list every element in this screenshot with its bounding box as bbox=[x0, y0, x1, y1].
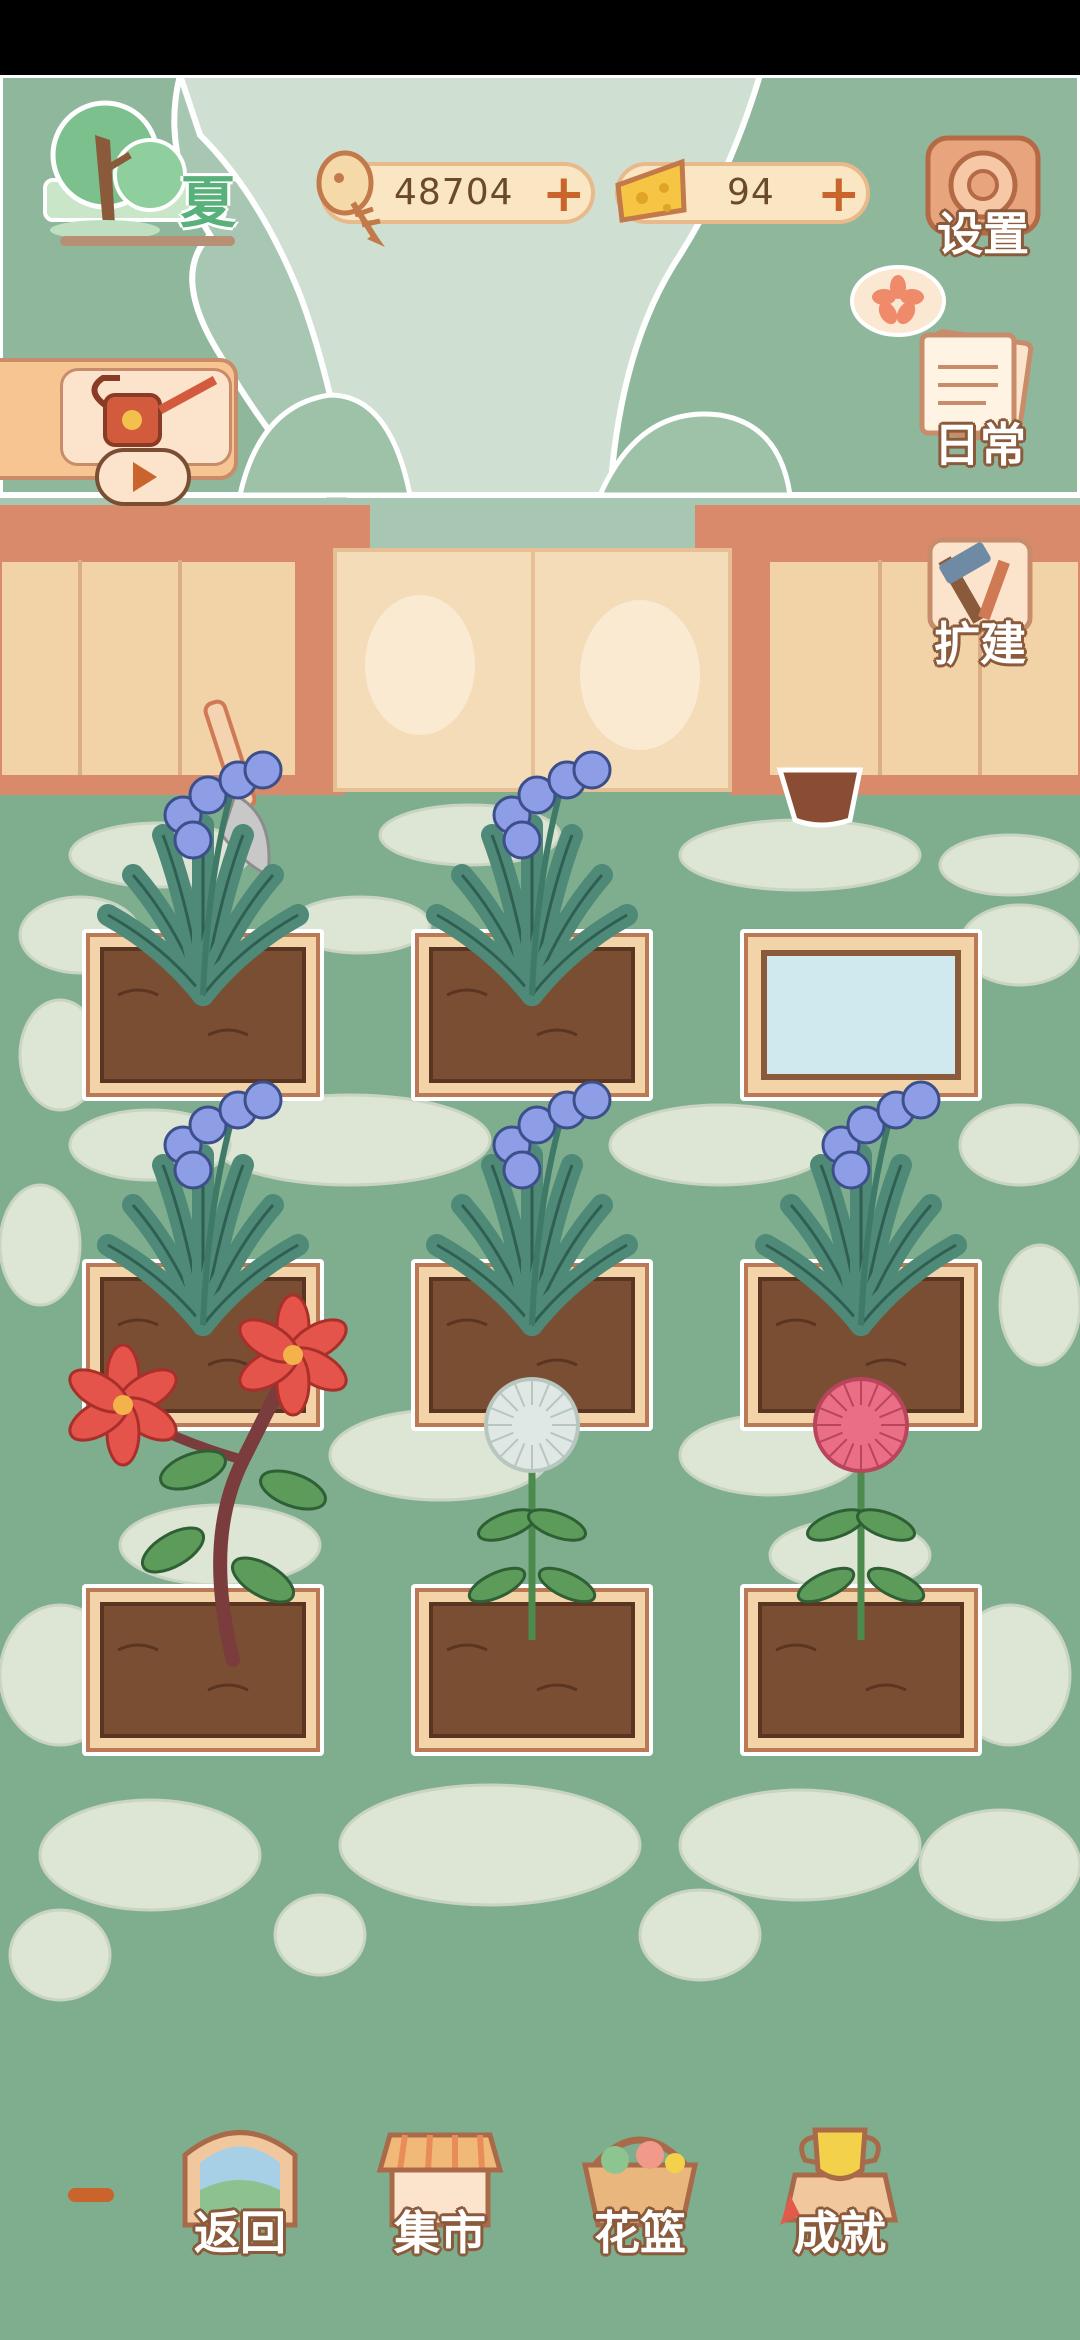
market-label: 集市 bbox=[394, 2206, 486, 2260]
market-button[interactable]: 集市 bbox=[370, 2115, 510, 2265]
bluebell-plant bbox=[426, 750, 638, 1006]
season-progress-bar bbox=[60, 236, 235, 246]
pink-chrysanthemum-plant bbox=[796, 1377, 926, 1640]
expand-label: 扩建 bbox=[934, 617, 1026, 671]
garden-scene: 夏 48704 + 94 + 设置 日常 扩建 返回 集市 花篮 成就 bbox=[0, 75, 1080, 2340]
add-cheese-button[interactable]: + bbox=[817, 168, 861, 220]
watering-can-icon bbox=[91, 375, 218, 447]
basket-button[interactable]: 花篮 bbox=[570, 2115, 710, 2265]
bluebell-plant bbox=[755, 1080, 967, 1336]
bluebell-plant bbox=[426, 1080, 638, 1336]
red-lily-plant bbox=[68, 1293, 348, 1667]
back-button[interactable]: 返回 bbox=[170, 2115, 310, 2265]
tree-icon bbox=[43, 100, 227, 240]
play-video-button[interactable] bbox=[95, 448, 191, 506]
daily-button[interactable]: 日常 bbox=[910, 327, 1050, 477]
achievements-label: 成就 bbox=[794, 2206, 886, 2260]
season-label: 夏 bbox=[180, 171, 236, 236]
cheese-count: 94 bbox=[727, 172, 775, 213]
watering-can-ad-button[interactable] bbox=[0, 350, 240, 506]
add-fish-bone-button[interactable]: + bbox=[542, 168, 586, 220]
bluebell-plant bbox=[97, 1080, 309, 1336]
white-dandelion-plant bbox=[467, 1377, 597, 1640]
fish-bone-count: 48704 bbox=[394, 172, 514, 213]
cheese-icon bbox=[615, 158, 687, 223]
collapse-bar[interactable] bbox=[68, 2188, 114, 2202]
bluebell-plant bbox=[97, 750, 309, 1006]
season-badge[interactable]: 夏 bbox=[35, 100, 275, 250]
settings-button[interactable]: 设置 bbox=[918, 130, 1048, 270]
expand-button[interactable]: 扩建 bbox=[910, 530, 1050, 680]
basket-label: 花篮 bbox=[594, 2206, 686, 2260]
settings-label: 设置 bbox=[937, 207, 1029, 261]
back-label: 返回 bbox=[194, 2206, 286, 2260]
status-bar bbox=[0, 0, 1080, 75]
achievements-button[interactable]: 成就 bbox=[770, 2115, 910, 2265]
fish-bone-icon bbox=[316, 150, 385, 247]
daily-label: 日常 bbox=[934, 418, 1026, 472]
play-icon bbox=[133, 462, 157, 492]
